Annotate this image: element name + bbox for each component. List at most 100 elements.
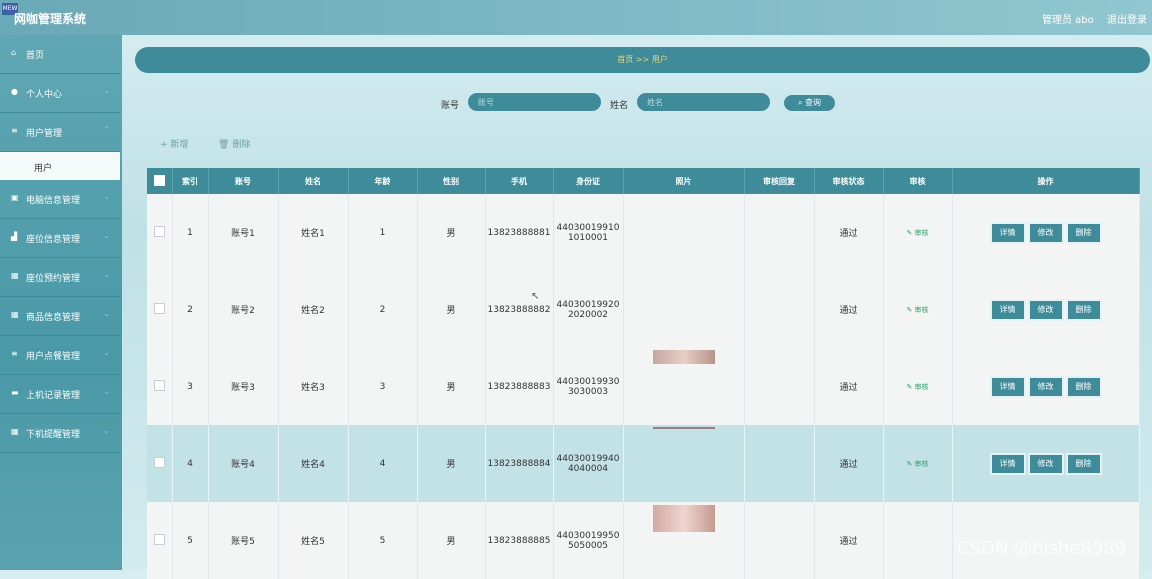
cell-photo <box>623 502 745 579</box>
cell-phone: 13823888885 <box>485 502 554 579</box>
batch-delete-button[interactable]: 🗑 删除 <box>218 137 250 150</box>
sidebar-item-label: 下机提醒管理 <box>26 430 81 440</box>
table-header-row: 索引 账号 姓名 年龄 性别 手机 身份证 照片 审核回复 审核状态 审核 操作 <box>147 168 1140 194</box>
watermark: CSDN @bishe8989 <box>957 538 1127 559</box>
cell-status: 通过 <box>814 194 884 271</box>
add-button[interactable]: + 新增 <box>160 137 188 150</box>
delete-button[interactable]: 删除 <box>1067 454 1100 473</box>
cell-index: 3 <box>172 348 209 425</box>
row-checkbox[interactable] <box>153 379 165 391</box>
audit-link[interactable]: ✎ 审核 <box>906 229 928 237</box>
top-bar: MEW 网咖管理系统 管理员 abo 退出登录 <box>0 0 1152 35</box>
cell-ops: 详情 修改 删除 <box>952 194 1140 271</box>
col-header: 账号 <box>208 168 279 194</box>
user-photo <box>652 505 715 532</box>
edit-icon: ✎ <box>906 305 915 314</box>
select-all-checkbox[interactable] <box>153 174 165 186</box>
col-header: 审核回复 <box>744 168 815 194</box>
sidebar-subitem-user[interactable]: 用户 <box>0 152 120 180</box>
logout-link[interactable]: 退出登录 <box>1107 11 1147 26</box>
delete-button[interactable]: 删除 <box>1067 377 1100 396</box>
sidebar-item-user-order[interactable]: ≡ 用户点餐管理 ⌄ <box>0 336 120 375</box>
detail-button[interactable]: 详情 <box>991 377 1024 396</box>
cell-gender: 男 <box>417 425 486 502</box>
name-search-input[interactable] <box>637 93 770 111</box>
sidebar: ⌂ 首页 ● 个人中心 ⌄ ≡ 用户管理 ⌃ 用户 ▣ 电脑信息管理 ⌄ ▟ 座… <box>0 35 122 570</box>
detail-button[interactable]: 详情 <box>991 223 1024 242</box>
sidebar-item-label: 电脑信息管理 <box>26 196 81 206</box>
sidebar-item-label: 座位信息管理 <box>26 235 81 245</box>
detail-button[interactable]: 详情 <box>991 454 1024 473</box>
table-row: 3 账号3 姓名3 3 男 13823888883 44030019930 303… <box>147 348 1140 425</box>
row-checkbox[interactable] <box>153 533 165 545</box>
cell-idcard: 44030019920 2020002 <box>553 271 624 348</box>
col-header: 年龄 <box>348 168 418 194</box>
query-button[interactable]: ⌕ 查询 <box>782 93 837 113</box>
app-title: 网咖管理系统 <box>14 12 87 26</box>
detail-button[interactable]: 详情 <box>991 300 1024 319</box>
grid-icon: ▦ <box>11 271 19 280</box>
chevron-down-icon: ⌄ <box>103 86 110 95</box>
sidebar-item-login-record[interactable]: ▬ 上机记录管理 ⌄ <box>0 375 120 414</box>
row-checkbox[interactable] <box>153 302 165 314</box>
sidebar-item-product-info[interactable]: ▦ 商品信息管理 ⌄ <box>0 297 120 336</box>
edit-button[interactable]: 修改 <box>1029 223 1062 242</box>
cell-phone: 13823888884 <box>485 425 554 502</box>
row-checkbox[interactable] <box>153 225 165 237</box>
cell-account: 账号2 <box>208 271 279 348</box>
cell-age: 5 <box>348 502 418 579</box>
cell-account: 账号4 <box>208 425 279 502</box>
cell-phone: 13823888882 <box>485 271 554 348</box>
cell-audit-reply <box>744 348 815 425</box>
cell-photo <box>623 348 745 425</box>
sidebar-item-home[interactable]: ⌂ 首页 <box>0 35 120 74</box>
account-label: 账号 <box>441 101 460 111</box>
delete-button[interactable]: 删除 <box>1067 300 1100 319</box>
sidebar-item-user-management[interactable]: ≡ 用户管理 ⌃ <box>0 113 120 152</box>
cell-photo <box>623 194 745 271</box>
cell-photo <box>623 271 745 348</box>
sidebar-item-personal-center[interactable]: ● 个人中心 ⌄ <box>0 74 120 113</box>
audit-link[interactable]: ✎ 审核 <box>906 460 928 468</box>
cell-idcard: 44030019940 4040004 <box>553 425 624 502</box>
cell-index: 1 <box>172 194 209 271</box>
cell-age: 4 <box>348 425 418 502</box>
list-icon: ≡ <box>11 349 18 358</box>
edit-button[interactable]: 修改 <box>1029 377 1062 396</box>
delete-button[interactable]: 删除 <box>1067 223 1100 242</box>
cell-name: 姓名1 <box>278 194 349 271</box>
sidebar-item-seat-booking[interactable]: ▦ 座位预约管理 ⌄ <box>0 258 120 297</box>
list-icon: ≡ <box>11 126 18 135</box>
edit-button[interactable]: 修改 <box>1029 454 1062 473</box>
cell-audit-reply <box>744 271 815 348</box>
audit-link[interactable]: ✎ 审核 <box>906 306 928 314</box>
chevron-down-icon: ⌄ <box>103 387 110 396</box>
cell-photo <box>623 425 745 502</box>
account-search-input[interactable] <box>468 93 601 111</box>
user-table: 索引 账号 姓名 年龄 性别 手机 身份证 照片 审核回复 审核状态 审核 操作… <box>147 168 1140 579</box>
cell-index: 2 <box>172 271 209 348</box>
sidebar-item-seat-info[interactable]: ▟ 座位信息管理 ⌄ <box>0 219 120 258</box>
admin-username: 管理员 abo <box>1042 15 1094 26</box>
col-header: 手机 <box>485 168 554 194</box>
query-button-label: 查询 <box>805 98 822 107</box>
name-label: 姓名 <box>610 101 629 111</box>
cell-audit: ✎ 审核 <box>883 348 953 425</box>
add-button-label: 新增 <box>170 140 189 150</box>
edit-button[interactable]: 修改 <box>1029 300 1062 319</box>
audit-link[interactable]: ✎ 审核 <box>906 383 928 391</box>
col-header: 照片 <box>623 168 745 194</box>
sidebar-item-label: 个人中心 <box>26 90 63 100</box>
cell-account: 账号3 <box>208 348 279 425</box>
user-icon: ● <box>11 87 18 96</box>
sidebar-item-computer-info[interactable]: ▣ 电脑信息管理 ⌄ <box>0 180 120 219</box>
row-checkbox[interactable] <box>153 456 165 468</box>
cell-gender: 男 <box>417 194 486 271</box>
select-all-cell[interactable] <box>147 168 173 194</box>
sidebar-item-logout-reminder[interactable]: ▦ 下机提醒管理 ⌄ <box>0 414 120 453</box>
cell-index: 4 <box>172 425 209 502</box>
cell-age: 2 <box>348 271 418 348</box>
col-header: 身份证 <box>553 168 624 194</box>
cell-account: 账号1 <box>208 194 279 271</box>
sidebar-item-label: 座位预约管理 <box>26 274 81 284</box>
